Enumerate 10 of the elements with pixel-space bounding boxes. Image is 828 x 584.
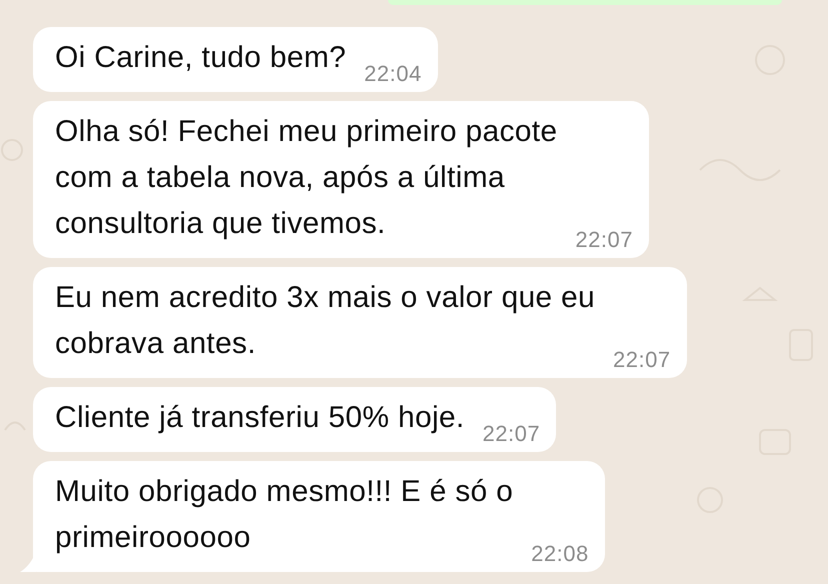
message-time: 22:07 [482, 421, 540, 447]
message-text: Eu nem acredito 3x mais o valor que eu cobrava antes. [55, 280, 596, 362]
message-time: 22:07 [613, 347, 671, 373]
message-time: 22:07 [575, 227, 633, 253]
message-time: 22:08 [531, 541, 589, 567]
message-time: 22:04 [364, 61, 422, 87]
message-text: Cliente já transferiu 50% hoje. [55, 400, 465, 436]
message-text: Olha só! Fechei meu primeiro pacote com a tabela nova, após a última consultoria que tivemos. [55, 114, 558, 242]
message-text: Muito obrigado mesmo!!! E é só o primeiroooooo [55, 474, 514, 556]
message-text: Oi Carine, tudo bem? [55, 40, 346, 76]
